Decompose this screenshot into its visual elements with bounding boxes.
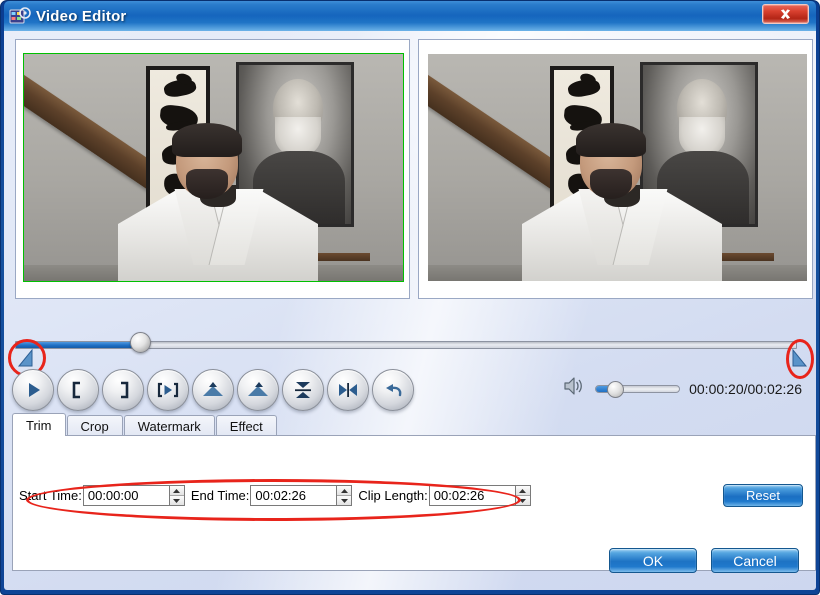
merge-button[interactable] — [327, 369, 369, 411]
window-title: Video Editor — [36, 7, 127, 25]
end-time-input[interactable]: 00:02:26 — [250, 485, 337, 506]
start-time-spin-down[interactable] — [169, 496, 184, 505]
transport-toolbar — [12, 367, 414, 413]
tab-effect[interactable]: Effect — [215, 415, 277, 436]
speaker-icon[interactable] — [562, 375, 586, 402]
start-time-label: Start Time: — [19, 488, 82, 503]
end-time-spin-down[interactable] — [337, 496, 352, 505]
close-button[interactable] — [762, 4, 809, 24]
play-button[interactable] — [12, 369, 54, 411]
reset-button[interactable]: Reset — [723, 484, 803, 507]
trim-start-marker[interactable] — [17, 347, 35, 367]
timeline-thumb[interactable] — [130, 332, 152, 353]
volume-thumb[interactable] — [606, 380, 624, 398]
tab-crop-label: Crop — [80, 418, 109, 434]
tab-trim-label: Trim — [26, 417, 52, 433]
video-editor-icon — [9, 6, 31, 26]
dialog-body: 00:00:20/00:02:26 Trim Crop Watermark Ef… — [4, 31, 816, 590]
start-time-input[interactable]: 00:00:00 — [82, 485, 169, 506]
output-video-frame — [428, 54, 807, 281]
end-time-spin-up[interactable] — [337, 486, 352, 496]
fade-in-button[interactable] — [192, 369, 234, 411]
clip-length-spin-down[interactable] — [515, 496, 530, 505]
clip-length-stepper[interactable]: 00:02:26 — [428, 485, 531, 506]
tab-trim[interactable]: Trim — [12, 413, 66, 436]
ok-button[interactable]: OK — [609, 548, 697, 573]
end-time-label: End Time: — [190, 488, 250, 503]
undo-button[interactable] — [372, 369, 414, 411]
clip-length-input[interactable]: 00:02:26 — [428, 485, 515, 506]
set-start-button[interactable] — [57, 369, 99, 411]
output-preview[interactable] — [418, 39, 813, 299]
tab-strip: Trim Crop Watermark Effect — [12, 413, 816, 436]
tab-watermark[interactable]: Watermark — [123, 415, 215, 436]
start-time-spin-buttons[interactable] — [168, 485, 185, 506]
preview-area — [15, 39, 813, 299]
start-time-spin-up[interactable] — [169, 486, 184, 496]
video-scene — [24, 54, 403, 281]
video-scene-output — [428, 54, 807, 281]
start-time-stepper[interactable]: 00:00:00 — [82, 485, 185, 506]
video-editor-window: Video Editor 00:00:20/00:02:26 Trim Crop… — [0, 0, 820, 595]
play-selection-button[interactable] — [147, 369, 189, 411]
source-preview[interactable] — [15, 39, 410, 299]
fade-out-button[interactable] — [237, 369, 279, 411]
source-video-frame — [23, 53, 404, 282]
cancel-button[interactable]: Cancel — [711, 548, 799, 573]
trim-end-marker[interactable] — [790, 347, 808, 367]
end-time-stepper[interactable]: 00:02:26 — [250, 485, 353, 506]
person-in-gi-output — [522, 123, 722, 281]
cancel-button-label: Cancel — [733, 552, 777, 569]
timeline — [4, 303, 816, 379]
tab-watermark-label: Watermark — [137, 418, 201, 434]
clip-length-spin-up[interactable] — [515, 486, 530, 496]
ok-button-label: OK — [642, 552, 664, 569]
tab-crop[interactable]: Crop — [66, 415, 123, 436]
title-bar: Video Editor — [4, 1, 816, 31]
volume-slider[interactable] — [595, 380, 681, 398]
reset-button-label: Reset — [746, 488, 780, 503]
clip-length-spin-buttons[interactable] — [514, 485, 531, 506]
split-button[interactable] — [282, 369, 324, 411]
clip-length-label: Clip Length: — [358, 488, 428, 503]
set-end-button[interactable] — [102, 369, 144, 411]
time-display: 00:00:20/00:02:26 — [689, 380, 802, 397]
trim-fields: Start Time: 00:00:00 End Time: 00:02:26 — [19, 485, 537, 506]
person-in-gi — [118, 123, 318, 281]
end-time-spin-buttons[interactable] — [336, 485, 353, 506]
tab-effect-label: Effect — [229, 418, 263, 434]
volume-and-time: 00:00:20/00:02:26 — [562, 375, 802, 402]
